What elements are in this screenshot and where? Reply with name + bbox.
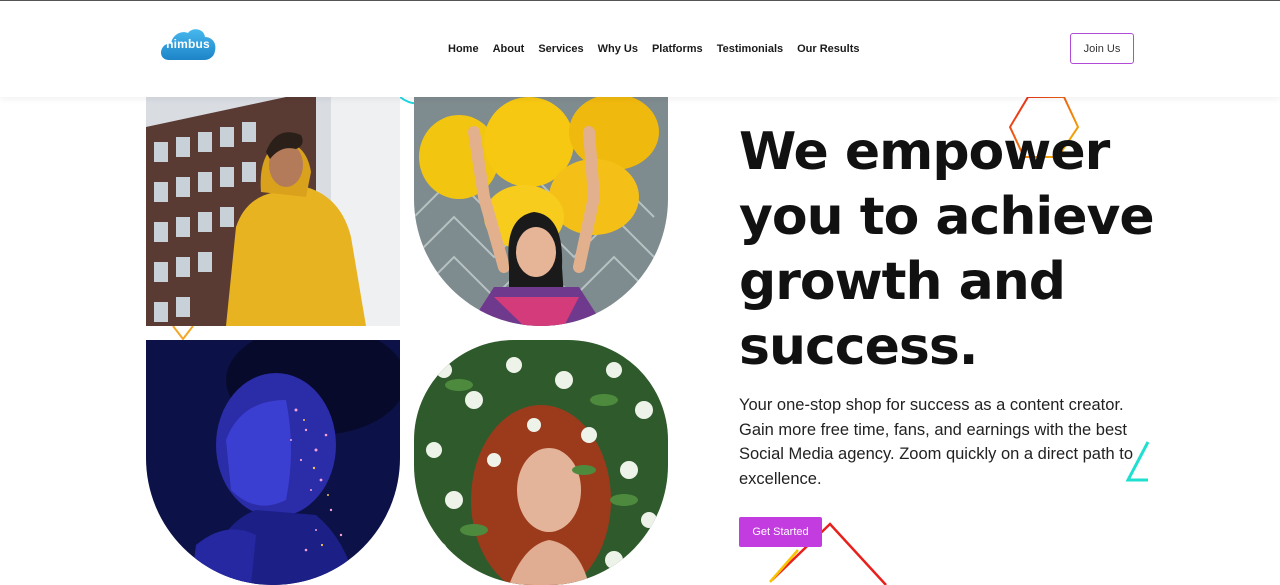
nimbus-logo[interactable]: nimbus	[159, 26, 217, 62]
photo-man-yellow-hoodie	[146, 97, 400, 326]
nav-services[interactable]: Services	[538, 43, 583, 55]
site-header: nimbus Home About Services Why Us Platfo…	[0, 1, 1280, 97]
photo-girl-balloons	[414, 97, 668, 326]
hero-description: Your one-stop shop for success as a cont…	[739, 396, 1134, 488]
nav-testimonials[interactable]: Testimonials	[717, 43, 783, 55]
join-us-button[interactable]: Join Us	[1070, 33, 1134, 64]
nav-why-us[interactable]: Why Us	[598, 43, 638, 55]
nav-platforms[interactable]: Platforms	[652, 43, 703, 55]
nav-our-results[interactable]: Our Results	[797, 43, 859, 55]
get-started-button[interactable]: Get Started	[739, 517, 822, 547]
hero-title: We empower you to achieve growth and suc…	[739, 122, 1155, 377]
nav-about[interactable]: About	[493, 43, 525, 55]
yellow-triangle-decoration	[172, 325, 194, 341]
nav-home[interactable]: Home	[448, 43, 479, 55]
photo-woman-blue-glitter	[146, 340, 400, 585]
logo-text: nimbus	[166, 37, 210, 51]
main-nav: Home About Services Why Us Platforms Tes…	[448, 43, 873, 55]
photo-woman-in-flowers	[414, 340, 668, 585]
